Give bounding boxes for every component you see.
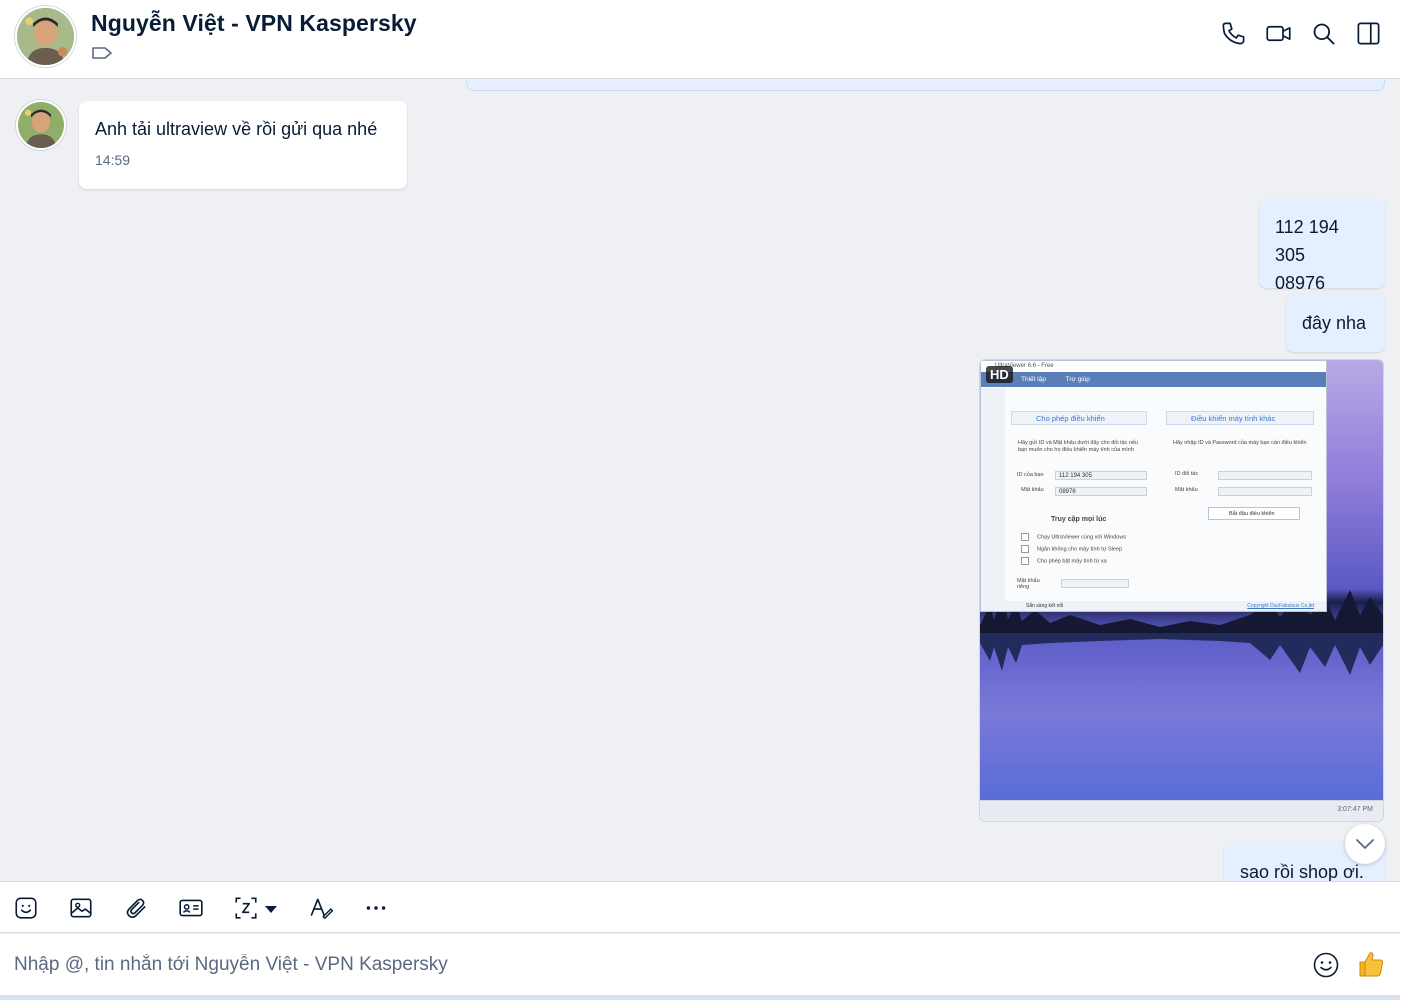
window-statusbar: Sẵn sàng kết nối Copyright DucFabulous C…: [981, 601, 1326, 611]
conversation-title: Nguyễn Việt - VPN Kaspersky: [91, 10, 417, 36]
text-format-icon[interactable]: [308, 895, 334, 921]
anytime-access-heading: Truy cập mọi lúc: [1051, 516, 1107, 523]
sticker-icon[interactable]: [13, 895, 39, 921]
control-other-panel: Điều khiển máy tính khác: [1166, 411, 1314, 425]
window-titlebar: UltraViewer 6.6 - Free: [981, 361, 1326, 372]
partner-password-field: [1218, 487, 1312, 496]
bottom-strip: [0, 995, 1400, 1000]
message-composer: [0, 934, 1400, 995]
outgoing-message[interactable]: 112 194 305 08976: [1259, 199, 1385, 293]
previous-message-bubble: [466, 80, 1385, 91]
message-text: Anh tải ultraview về rồi gửi qua nhé: [95, 119, 378, 139]
image-icon[interactable]: [68, 895, 94, 921]
window-sidebar: [981, 388, 1005, 603]
emoji-icon[interactable]: [1312, 951, 1340, 979]
copyright-link: Copyright DucFabulous Co,ltd: [1247, 603, 1314, 609]
start-control-button: Bắt đầu điều khiển: [1208, 507, 1300, 520]
phone-icon[interactable]: [1220, 20, 1247, 47]
partner-id-label: ID đối tác: [1175, 471, 1199, 477]
scroll-to-bottom-button[interactable]: [1345, 824, 1385, 864]
option-checkbox: Cho phép bật máy tính từ xa: [1021, 557, 1107, 565]
private-password-label: Mật khẩu riêng: [1017, 578, 1040, 590]
avatar[interactable]: [15, 6, 76, 67]
side-panel-icon[interactable]: [1355, 20, 1382, 47]
composer-toolbar: [0, 881, 1400, 933]
option-checkbox: Ngăn không cho máy tính tự Sleep: [1021, 545, 1122, 553]
option-checkbox: Chạy UltraViewer cùng với Windows: [1021, 533, 1126, 541]
chevron-down-icon: [1356, 839, 1374, 849]
message-input[interactable]: [0, 934, 1290, 995]
status-text: Sẵn sàng kết nối: [1026, 603, 1064, 609]
tag-icon[interactable]: [91, 44, 113, 62]
screenshot-icon[interactable]: [233, 895, 259, 921]
attachment-icon[interactable]: [123, 895, 149, 921]
message-text-line: 112 194 305: [1275, 217, 1339, 265]
password-field: 08976: [1055, 487, 1147, 496]
taskbar-clock: 3:07:47 PM: [1337, 806, 1373, 813]
partner-password-label: Mật khẩu: [1175, 487, 1198, 493]
id-label: ID của bạn: [1017, 472, 1044, 478]
ultraviewer-window: UltraViewer 6.6 - Free Thiết lập Trợ giú…: [980, 360, 1327, 612]
screenshot-taskbar: 3:07:47 PM: [980, 800, 1383, 821]
partner-id-field: [1218, 471, 1312, 480]
contact-card-icon[interactable]: [178, 895, 204, 921]
message-list[interactable]: Anh tải ultraview về rồi gửi qua nhé 14:…: [0, 80, 1400, 881]
thumbs-up-icon[interactable]: [1356, 949, 1386, 979]
dropdown-caret-icon[interactable]: [263, 895, 279, 921]
window-edge: [1400, 0, 1404, 1000]
menu-item: Trợ giúp: [1065, 376, 1090, 383]
outgoing-message[interactable]: đây nha: [1286, 293, 1385, 352]
chat-header: Nguyễn Việt - VPN Kaspersky: [0, 0, 1400, 79]
private-password-field: [1061, 579, 1129, 588]
message-time: 14:59: [95, 152, 131, 168]
window-menu: Thiết lập Trợ giúp: [981, 372, 1326, 387]
password-label: Mật khẩu: [1021, 487, 1044, 493]
id-field: 112 194 305: [1055, 471, 1147, 480]
message-text: đây nha: [1302, 313, 1367, 333]
incoming-message[interactable]: Anh tải ultraview về rồi gửi qua nhé 14:…: [79, 101, 407, 189]
menu-item: Thiết lập: [1021, 376, 1046, 383]
allow-control-desc: Hãy gửi ID và Mật khẩu dưới đây cho đối …: [1018, 440, 1139, 453]
search-icon[interactable]: [1310, 20, 1337, 47]
allow-control-panel: Cho phép điều khiển: [1011, 411, 1147, 425]
video-call-icon[interactable]: [1265, 20, 1292, 47]
more-icon[interactable]: [363, 895, 389, 921]
hd-badge: HD: [986, 366, 1013, 383]
image-message[interactable]: UltraViewer 6.6 - Free Thiết lập Trợ giú…: [979, 359, 1384, 822]
sender-avatar[interactable]: [16, 100, 66, 150]
control-other-desc: Hãy nhập ID và Password của máy bạn cần …: [1173, 440, 1307, 446]
